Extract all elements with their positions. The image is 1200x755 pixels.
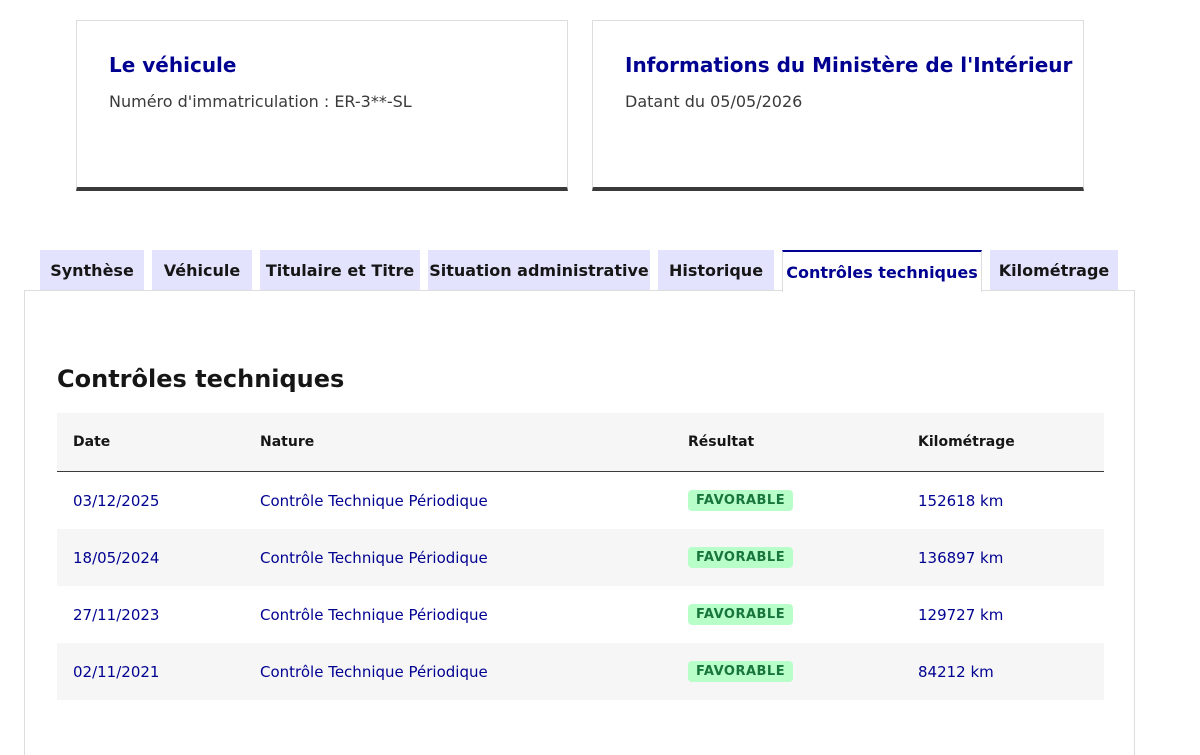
cell-nature: Contrôle Technique Périodique bbox=[260, 662, 488, 681]
cell-mileage: 129727 km bbox=[918, 605, 1004, 624]
tab-synthese[interactable]: Synthèse bbox=[40, 250, 144, 290]
registration-number: Numéro d'immatriculation : ER-3**-SL bbox=[109, 92, 412, 111]
column-header-date: Date bbox=[73, 434, 111, 450]
tab-vehicule[interactable]: Véhicule bbox=[152, 250, 252, 290]
tab-historique[interactable]: Historique bbox=[658, 250, 774, 290]
cell-nature: Contrôle Technique Périodique bbox=[260, 548, 488, 567]
cell-result: FAVORABLE bbox=[688, 586, 794, 643]
vehicle-card: Le véhicule Numéro d'immatriculation : E… bbox=[76, 20, 568, 191]
page: Le véhicule Numéro d'immatriculation : E… bbox=[0, 0, 1200, 755]
vehicle-card-title: Le véhicule bbox=[109, 53, 237, 77]
cell-date: 02/11/2021 bbox=[73, 662, 160, 681]
cell-result: FAVORABLE bbox=[688, 643, 794, 700]
table-row: 02/11/2021 Contrôle Technique Périodique… bbox=[57, 643, 1104, 700]
result-badge: FAVORABLE bbox=[688, 661, 794, 682]
cell-date: 18/05/2024 bbox=[73, 548, 160, 567]
tab-situation-administrative[interactable]: Situation administrative bbox=[428, 250, 650, 290]
column-header-mileage: Kilométrage bbox=[918, 434, 1015, 450]
cell-date: 27/11/2023 bbox=[73, 605, 160, 624]
result-badge: FAVORABLE bbox=[688, 547, 794, 568]
tab-titulaire-et-titre[interactable]: Titulaire et Titre bbox=[260, 250, 420, 290]
technical-inspections-table: Date Nature Résultat Kilométrage 03/12/2… bbox=[57, 413, 1104, 700]
cell-mileage: 136897 km bbox=[918, 548, 1004, 567]
cell-result: FAVORABLE bbox=[688, 529, 794, 586]
column-header-result: Résultat bbox=[688, 434, 755, 450]
panel-title: Contrôles techniques bbox=[57, 365, 345, 393]
tab-controles-techniques[interactable]: Contrôles techniques bbox=[782, 250, 982, 292]
ministry-card-title: Informations du Ministère de l'Intérieur bbox=[625, 53, 1073, 77]
table-row: 03/12/2025 Contrôle Technique Périodique… bbox=[57, 472, 1104, 529]
column-header-nature: Nature bbox=[260, 434, 315, 450]
result-badge: FAVORABLE bbox=[688, 604, 794, 625]
ministry-card: Informations du Ministère de l'Intérieur… bbox=[592, 20, 1084, 191]
cell-nature: Contrôle Technique Périodique bbox=[260, 605, 488, 624]
cell-nature: Contrôle Technique Périodique bbox=[260, 491, 488, 510]
ministry-date: Datant du 05/05/2026 bbox=[625, 92, 803, 111]
cell-date: 03/12/2025 bbox=[73, 491, 160, 510]
tab-panel: Contrôles techniques Date Nature Résulta… bbox=[24, 290, 1135, 755]
cell-mileage: 84212 km bbox=[918, 662, 994, 681]
table-row: 18/05/2024 Contrôle Technique Périodique… bbox=[57, 529, 1104, 586]
cell-result: FAVORABLE bbox=[688, 472, 794, 529]
table-header: Date Nature Résultat Kilométrage bbox=[57, 413, 1104, 472]
tab-kilometrage[interactable]: Kilométrage bbox=[990, 250, 1118, 290]
table-row: 27/11/2023 Contrôle Technique Périodique… bbox=[57, 586, 1104, 643]
result-badge: FAVORABLE bbox=[688, 490, 794, 511]
cell-mileage: 152618 km bbox=[918, 491, 1004, 510]
